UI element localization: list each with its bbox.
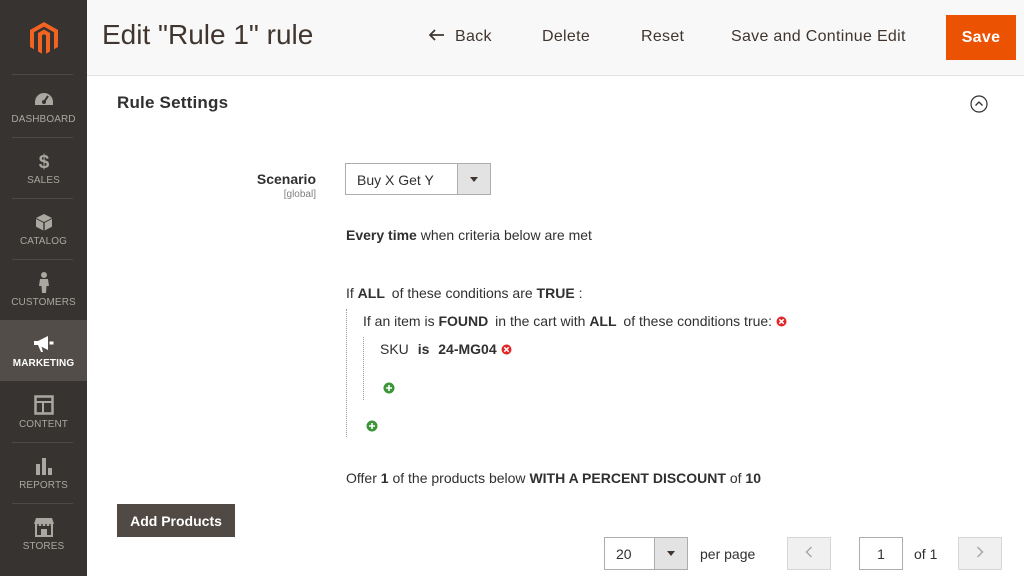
per-page-value: 20 xyxy=(616,546,632,562)
back-button[interactable]: Back xyxy=(428,28,492,46)
magento-logo-icon xyxy=(29,21,58,54)
found-link[interactable]: FOUND xyxy=(438,313,488,329)
arrow-left-icon xyxy=(428,28,445,46)
sidebar-item-customers[interactable]: CUSTOMERS xyxy=(0,259,87,320)
box-icon xyxy=(35,211,53,233)
add-products-button[interactable]: Add Products xyxy=(117,504,235,537)
per-page-label: per page xyxy=(700,546,756,562)
aggregator-link[interactable]: ALL xyxy=(358,285,385,301)
sidebar-item-label: CUSTOMERS xyxy=(11,296,76,308)
sidebar-item-label: DASHBOARD xyxy=(11,113,76,125)
sidebar-item-label: STORES xyxy=(22,540,65,552)
page-total-text: of 1 xyxy=(914,546,938,562)
bar-chart-icon xyxy=(34,455,54,477)
reset-button[interactable]: Reset xyxy=(641,28,684,46)
of-these-text: of these conditions are xyxy=(391,285,533,301)
add-condition-icon[interactable] xyxy=(383,381,395,394)
sidebar-item-label: CATALOG xyxy=(19,235,67,247)
scenario-select[interactable]: Buy X Get Y xyxy=(345,163,491,195)
magento-logo[interactable] xyxy=(0,0,87,76)
aggregator-link-2[interactable]: ALL xyxy=(589,313,616,329)
page-number-input[interactable] xyxy=(859,537,903,570)
sidebar-item-stores[interactable]: STORES xyxy=(0,503,87,564)
layout-icon xyxy=(33,394,54,416)
admin-sidebar: DASHBOARD $ SALES CATALOG CUSTOMERS MARK… xyxy=(0,0,87,576)
tree-line-nested xyxy=(363,337,364,400)
person-icon xyxy=(38,271,50,294)
remove-condition-icon[interactable] xyxy=(501,342,512,355)
page-title: Edit "Rule 1" rule xyxy=(102,19,314,50)
collapse-icon[interactable] xyxy=(970,95,988,113)
logo-divider xyxy=(12,74,73,75)
chevron-down-icon xyxy=(654,538,687,569)
scenario-label: Scenario xyxy=(256,171,316,187)
sidebar-item-content[interactable]: CONTENT xyxy=(0,381,87,442)
save-and-continue-button[interactable]: Save and Continue Edit xyxy=(731,28,906,46)
offer-qty-link[interactable]: 1 xyxy=(381,470,389,486)
offer-text: Offer 1 of the products below WITH A PER… xyxy=(346,470,761,486)
sidebar-item-label: MARKETING xyxy=(12,357,75,369)
of-text: of xyxy=(729,470,742,486)
chevron-right-icon xyxy=(976,545,984,563)
page-header: Edit "Rule 1" rule Back Delete Reset Sav… xyxy=(87,0,1024,76)
per-page-select[interactable]: 20 xyxy=(604,537,688,570)
remove-condition-icon[interactable] xyxy=(776,314,787,327)
conditions-true-text: of these conditions true: xyxy=(623,313,773,329)
dollar-icon: $ xyxy=(37,150,51,172)
delete-button[interactable]: Delete xyxy=(542,28,590,46)
discount-amount-link[interactable]: 10 xyxy=(745,470,761,486)
storefront-icon xyxy=(33,516,55,538)
every-time-rest: when criteria below are met xyxy=(420,227,592,243)
found-condition: If an item is FOUND in the cart with ALL… xyxy=(363,313,787,329)
colon-text: : xyxy=(578,285,583,301)
save-button[interactable]: Save xyxy=(946,15,1016,60)
tree-line xyxy=(346,309,347,437)
chevron-down-icon xyxy=(457,164,490,194)
sidebar-item-label: SALES xyxy=(27,174,60,186)
operator-link[interactable]: is xyxy=(418,341,430,357)
next-page-button[interactable] xyxy=(958,537,1002,570)
every-time-text: Every time when criteria below are met xyxy=(346,227,592,243)
discount-type-link[interactable]: WITH A PERCENT DISCOUNT xyxy=(529,470,726,486)
megaphone-icon xyxy=(33,333,55,355)
sidebar-item-dashboard[interactable]: DASHBOARD xyxy=(0,76,87,137)
sidebar-item-marketing[interactable]: MARKETING xyxy=(0,320,87,381)
chevron-left-icon xyxy=(805,545,813,563)
sidebar-item-label: CONTENT xyxy=(18,418,69,430)
item-prefix-text: If an item is xyxy=(363,313,435,329)
sidebar-item-sales[interactable]: $ SALES xyxy=(0,137,87,198)
svg-text:$: $ xyxy=(38,152,49,171)
every-time-bold: Every time xyxy=(346,227,417,243)
sidebar-item-reports[interactable]: REPORTS xyxy=(0,442,87,503)
sku-attribute-link[interactable]: SKU xyxy=(380,341,409,357)
in-cart-text: in the cart with xyxy=(495,313,586,329)
add-condition-icon[interactable] xyxy=(366,419,378,432)
section-title[interactable]: Rule Settings xyxy=(117,93,228,113)
conditions-root: If ALL of these conditions are TRUE : xyxy=(346,285,582,301)
prev-page-button[interactable] xyxy=(787,537,831,570)
back-label: Back xyxy=(455,28,492,45)
scenario-select-value: Buy X Get Y xyxy=(357,172,434,188)
dashboard-icon xyxy=(34,89,54,111)
if-text: If xyxy=(346,285,354,301)
sku-value-link[interactable]: 24-MG04 xyxy=(438,341,496,357)
scope-label: [global] xyxy=(283,189,316,200)
sku-condition: SKU is 24-MG04 xyxy=(380,341,512,357)
of-products-text: of the products below xyxy=(392,470,526,486)
sidebar-item-label: REPORTS xyxy=(19,479,68,491)
offer-label: Offer xyxy=(346,470,377,486)
sidebar-item-catalog[interactable]: CATALOG xyxy=(0,198,87,259)
value-link[interactable]: TRUE xyxy=(537,285,575,301)
